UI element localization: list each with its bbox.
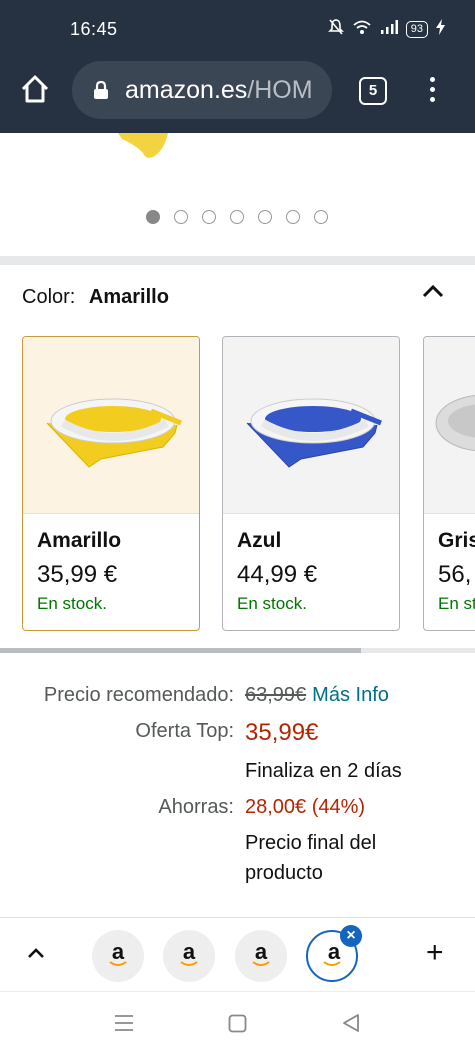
address-bar[interactable]: amazon.es/HOM — [72, 61, 332, 119]
close-tab-icon[interactable]: × — [340, 925, 362, 947]
carousel-dot[interactable] — [230, 210, 244, 224]
tab-thumbnail[interactable]: a — [163, 930, 215, 982]
recommended-price-row: 63,99€ Más Info — [245, 684, 389, 707]
swatch-scrollbar[interactable] — [0, 648, 361, 653]
image-carousel-dots[interactable] — [146, 210, 328, 224]
color-swatch-amarillo[interactable]: Amarillo 35,99 € En stock. — [22, 336, 200, 631]
savings-label: Ahorras: — [158, 796, 234, 818]
swatch-image — [424, 337, 475, 514]
tab-thumbnail[interactable]: a — [235, 930, 287, 982]
carousel-dot[interactable] — [286, 210, 300, 224]
tab-switcher-button[interactable]: 5 — [359, 77, 387, 105]
url-path: /HOM — [247, 76, 313, 104]
chevron-up-icon[interactable] — [420, 282, 446, 300]
selected-color: Amarillo — [88, 286, 169, 308]
color-swatch-azul[interactable]: Azul 44,99 € En stock. — [222, 336, 400, 631]
color-selector-header: Color: Amarillo — [22, 286, 169, 309]
product-image-fragment — [118, 133, 168, 158]
carousel-dot[interactable] — [146, 210, 160, 224]
mute-icon — [327, 18, 344, 40]
swatch-image — [23, 337, 199, 514]
url-text: amazon.es/HOM — [125, 76, 313, 105]
carousel-dot[interactable] — [258, 210, 272, 224]
system-nav-bar — [0, 991, 475, 1056]
new-tab-button[interactable]: + — [426, 936, 444, 970]
color-swatch-gris[interactable]: Gris 56, En st — [423, 336, 475, 631]
back-icon[interactable] — [341, 1013, 360, 1033]
charging-icon — [436, 19, 445, 39]
home-button[interactable] — [18, 72, 52, 106]
swatch-stock: En stock. — [237, 594, 307, 613]
offer-price: 35,99€ — [245, 719, 319, 746]
home-icon — [21, 75, 49, 103]
final-price-note-line2: producto — [245, 862, 323, 884]
carousel-dot[interactable] — [174, 210, 188, 224]
carousel-dot[interactable] — [314, 210, 328, 224]
recommended-price-label: Precio recomendado: — [43, 684, 234, 706]
recents-icon[interactable] — [114, 1014, 134, 1032]
tab-strip: a a a a — [0, 917, 475, 991]
color-label: Color: — [22, 286, 76, 308]
lock-icon — [94, 80, 108, 99]
section-divider — [0, 256, 475, 265]
offer-ends: Finaliza en 2 días — [245, 760, 402, 782]
swatch-price: 56, — [438, 561, 472, 588]
browser-toolbar: 16:45 93 amazon.es/HOM 5 — [0, 0, 475, 133]
more-info-link[interactable]: Más Info — [312, 684, 389, 706]
chevron-up-icon[interactable] — [24, 944, 48, 962]
savings-value: 28,00€ (44%) — [245, 796, 366, 818]
swatch-stock: En st — [438, 594, 475, 613]
final-price-note-line1: Precio final del — [245, 832, 377, 854]
signal-icon — [380, 20, 398, 38]
status-icons: 93 — [327, 18, 445, 40]
offer-label: Oferta Top: — [135, 720, 234, 742]
battery-icon: 93 — [405, 20, 428, 38]
overflow-menu-button[interactable] — [424, 74, 440, 108]
swatch-price: 35,99 € — [37, 561, 118, 588]
carousel-dot[interactable] — [202, 210, 216, 224]
swatch-name: Azul — [237, 529, 282, 552]
url-host: amazon.es — [125, 76, 248, 104]
swatch-image — [223, 337, 399, 514]
swatch-name: Amarillo — [37, 529, 122, 552]
status-time: 16:45 — [70, 19, 118, 39]
tab-thumbnail[interactable]: a — [92, 930, 144, 982]
recommended-price: 63,99€ — [245, 684, 307, 706]
wifi-icon — [352, 19, 372, 39]
home-nav-icon[interactable] — [228, 1014, 247, 1033]
swatch-name: Gris — [438, 529, 475, 552]
swatch-stock: En stock. — [37, 594, 107, 613]
swatch-price: 44,99 € — [237, 561, 318, 588]
